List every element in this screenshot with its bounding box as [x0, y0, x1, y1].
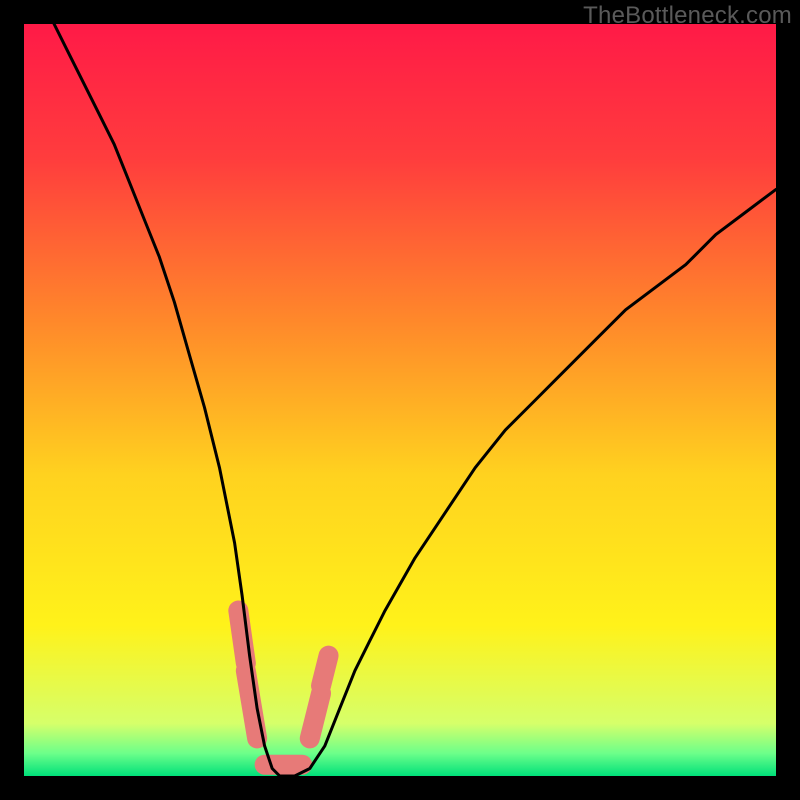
- watermark-text: TheBottleneck.com: [583, 2, 792, 30]
- bottleneck-curve: [24, 24, 776, 776]
- chart-frame: [24, 24, 776, 776]
